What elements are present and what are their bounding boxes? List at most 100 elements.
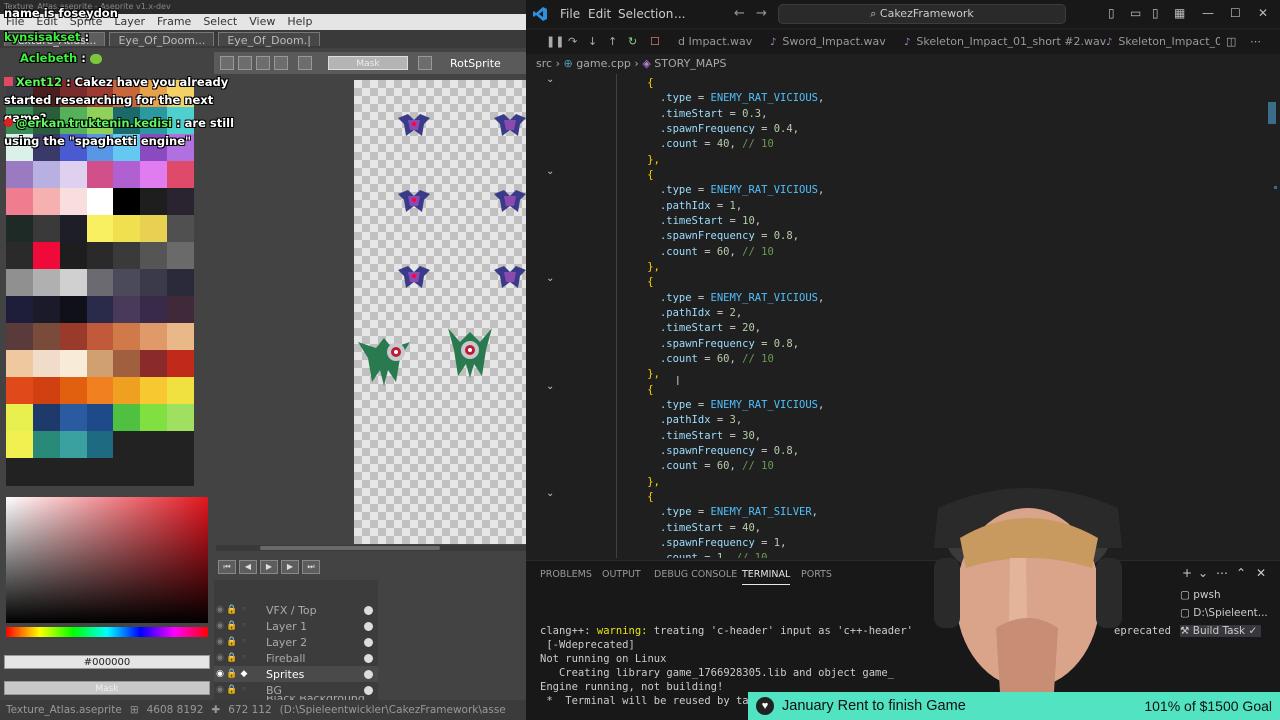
palette-swatch[interactable] [113, 269, 141, 296]
fold-chevron-icon[interactable]: ⌄ [546, 488, 554, 499]
pause-icon[interactable]: ❚❚ [546, 35, 564, 48]
customize-layout-icon[interactable]: ▦ [1174, 6, 1185, 20]
palette-swatch[interactable] [32, 269, 60, 296]
editor-scrollbar[interactable] [1268, 74, 1278, 558]
palette-swatch[interactable] [6, 377, 33, 404]
palette-swatch[interactable] [86, 161, 114, 188]
rotation-options-icon[interactable] [418, 56, 432, 70]
toggle-panel-icon[interactable]: ▭ [1130, 6, 1141, 20]
cel-dot[interactable] [364, 637, 373, 647]
menu-frame[interactable]: Frame [157, 15, 191, 29]
palette-swatch[interactable] [86, 323, 114, 350]
palette-swatch[interactable] [59, 215, 87, 242]
palette-swatch[interactable] [167, 161, 194, 188]
layer-row[interactable]: ◉ 🔒 ◦ VFX / Top [214, 602, 378, 618]
mask-color-field[interactable]: Mask [4, 681, 210, 695]
eye-icon[interactable]: ◉ [214, 621, 226, 631]
eye-icon[interactable]: ◉ [214, 653, 226, 663]
mask-color-button[interactable]: Mask [328, 56, 408, 70]
rotation-algorithm-label[interactable]: RotSprite [450, 57, 501, 70]
selection-intersect-icon[interactable] [274, 56, 288, 70]
palette-swatch[interactable] [32, 404, 60, 431]
palette-swatch[interactable] [113, 242, 141, 269]
close-panel-icon[interactable]: ✕ [1256, 566, 1266, 580]
breadcrumb-file[interactable]: game.cpp [576, 57, 631, 70]
color-picker-sv[interactable] [6, 497, 208, 623]
tab-skeleton-impact-short[interactable]: ♪ Skeleton_Impact_01_short #2.wav [898, 30, 1112, 54]
palette-swatch[interactable] [6, 431, 33, 458]
layer-row[interactable]: ◉ 🔒 ◦ Fireball [214, 650, 378, 666]
new-terminal-icon[interactable]: + [1182, 566, 1192, 580]
palette-swatch[interactable] [32, 188, 60, 215]
selection-replace-icon[interactable] [220, 56, 234, 70]
pivot-icon[interactable] [298, 56, 312, 70]
palette-swatch[interactable] [86, 269, 114, 296]
palette-swatch[interactable] [32, 215, 60, 242]
menu-layer[interactable]: Layer [114, 15, 145, 29]
palette-swatch[interactable] [167, 296, 194, 323]
continuous-icon[interactable]: ◦ [238, 637, 250, 647]
palette-swatch[interactable] [140, 188, 168, 215]
palette-swatch[interactable] [167, 323, 194, 350]
close-window-icon[interactable]: ✕ [1258, 6, 1268, 20]
terminal-instance-active[interactable]: ⚒ Build Task ✓ [1180, 625, 1262, 637]
palette-swatch[interactable] [140, 323, 168, 350]
panel-tab-debug-console[interactable]: DEBUG CONSOLE [654, 569, 737, 580]
panel-tab-output[interactable]: OUTPUT [602, 569, 641, 580]
palette-swatch[interactable] [86, 188, 114, 215]
tab-skeleton-impact-0[interactable]: ♪ Skeleton_Impact_0 [1100, 30, 1220, 54]
lock-icon[interactable]: 🔒 [226, 653, 238, 663]
palette-swatch[interactable] [167, 215, 194, 242]
menu-view[interactable]: View [249, 15, 275, 29]
eye-icon[interactable]: ◉ [214, 605, 226, 615]
sprite-canvas[interactable] [354, 80, 526, 544]
panel-tab-problems[interactable]: PROBLEMS [540, 569, 592, 580]
terminal-instance[interactable]: ▢ D:\Spieleent... [1180, 607, 1268, 619]
continuous-icon[interactable]: ◦ [238, 653, 250, 663]
palette-swatch[interactable] [113, 215, 141, 242]
lock-icon[interactable]: 🔒 [226, 621, 238, 631]
eye-icon[interactable]: ◉ [214, 669, 226, 679]
palette-swatch[interactable] [167, 242, 194, 269]
hex-color-field[interactable]: #000000 [4, 655, 210, 669]
breadcrumb-src[interactable]: src [536, 57, 552, 70]
palette-swatch[interactable] [167, 350, 194, 377]
menu-help[interactable]: Help [287, 15, 312, 29]
palette-swatch[interactable] [59, 161, 87, 188]
cel-dot[interactable] [364, 653, 373, 663]
palette-swatch[interactable] [6, 269, 33, 296]
maximize-panel-icon[interactable]: ⌃ [1236, 566, 1246, 580]
cel-dot[interactable] [364, 621, 373, 631]
menu-select[interactable]: Select [203, 15, 237, 29]
palette-swatch[interactable] [59, 404, 87, 431]
more-actions-icon[interactable]: ⋯ [1216, 566, 1228, 580]
palette-swatch[interactable] [6, 296, 33, 323]
breadcrumb-symbol[interactable]: STORY_MAPS [654, 57, 726, 70]
palette-swatch[interactable] [59, 377, 87, 404]
palette-swatch[interactable] [86, 377, 114, 404]
palette-swatch[interactable] [59, 323, 87, 350]
palette-swatch[interactable] [140, 215, 168, 242]
terminal-instance[interactable]: ▢ pwsh [1180, 589, 1221, 601]
split-editor-icon[interactable]: ◫ [1226, 35, 1236, 48]
cel-dot[interactable] [364, 685, 373, 695]
palette-swatch[interactable] [140, 350, 168, 377]
lock-icon[interactable]: 🔒 [226, 669, 238, 679]
maximize-icon[interactable]: ☐ [1230, 6, 1241, 20]
palette-swatch[interactable] [86, 242, 114, 269]
selection-subtract-icon[interactable] [256, 56, 270, 70]
palette-swatch[interactable] [6, 215, 33, 242]
palette-swatch[interactable] [86, 215, 114, 242]
fold-chevron-icon[interactable]: ⌄ [546, 273, 554, 284]
palette-swatch[interactable] [86, 296, 114, 323]
first-frame-icon[interactable]: ⏮ [218, 560, 236, 574]
toggle-sidebar-icon[interactable]: ▯ [1108, 6, 1115, 20]
palette-swatch[interactable] [167, 188, 194, 215]
panel-tab-ports[interactable]: PORTS [801, 569, 832, 580]
palette-swatch[interactable] [167, 377, 194, 404]
layer-row-active[interactable]: ◉ 🔒 ◆ Sprites [214, 666, 378, 682]
selection-add-icon[interactable] [238, 56, 252, 70]
layer-row[interactable]: ◉ 🔒 ◦ Layer 2 [214, 634, 378, 650]
continuous-icon[interactable]: ◦ [238, 621, 250, 631]
step-into-icon[interactable]: ↓ [588, 35, 597, 48]
